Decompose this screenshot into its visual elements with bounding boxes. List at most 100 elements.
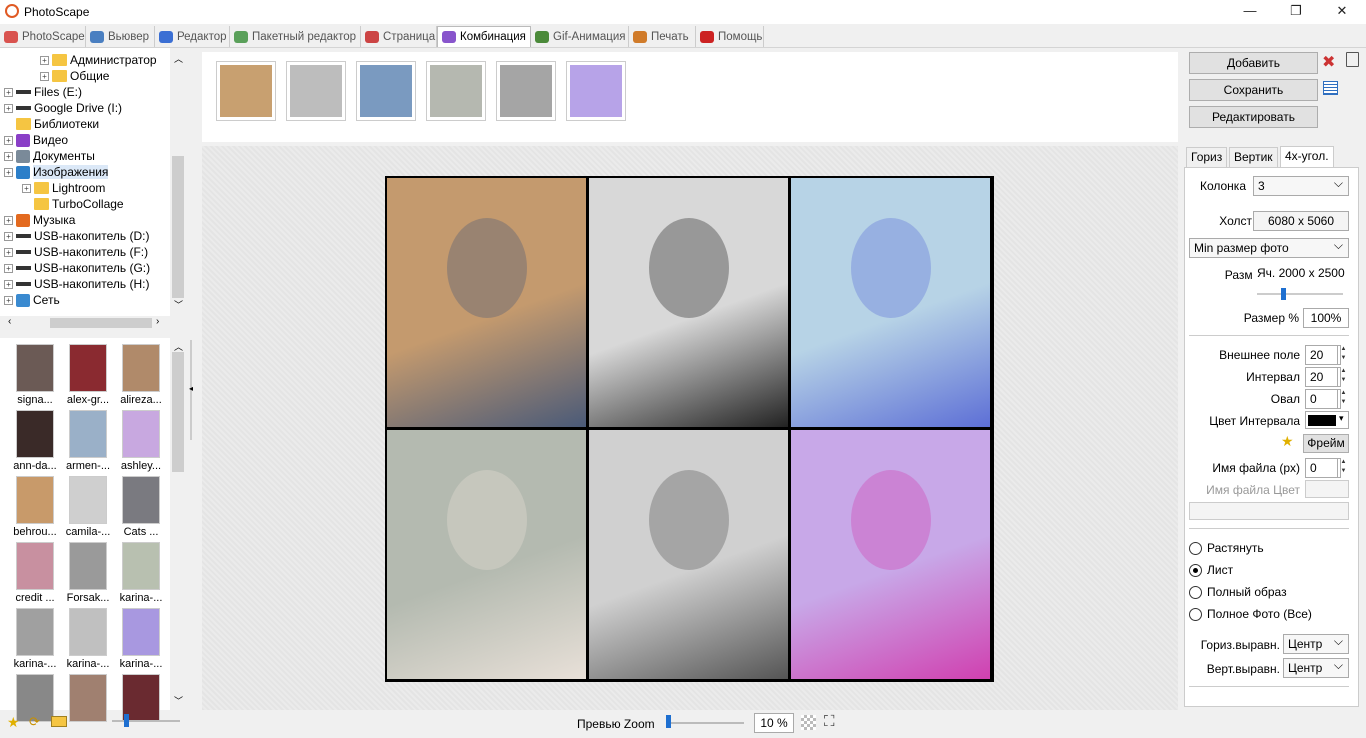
hscroll-thumb[interactable] <box>50 318 152 328</box>
thumbnail-item[interactable]: karina-... <box>10 606 60 670</box>
tab-4[interactable]: Пакетный редактор <box>230 26 361 47</box>
expand-icon[interactable]: + <box>4 87 13 97</box>
fit-mode-option[interactable]: Полное Фото (Все) <box>1189 607 1312 621</box>
scroll-down-icon[interactable]: ﹀ <box>174 298 183 311</box>
favorite-star-icon[interactable]: ★ <box>7 714 20 731</box>
expand-icon[interactable]: + <box>4 231 13 241</box>
tree-item[interactable]: + USB-накопитель (F:) <box>4 244 148 260</box>
refresh-folder-icon[interactable]: ⟳ <box>29 714 40 730</box>
list-view-icon[interactable] <box>1323 81 1338 95</box>
radio-button[interactable] <box>1189 541 1202 555</box>
thumbnail-item[interactable]: Forsak... <box>63 540 113 604</box>
tab-9[interactable]: Помощь <box>696 26 764 47</box>
scroll-thumb[interactable] <box>172 352 184 472</box>
expand-icon[interactable]: + <box>22 183 31 193</box>
filmstrip-photo[interactable] <box>356 61 416 121</box>
collage-cell[interactable] <box>387 430 586 679</box>
expand-icon[interactable]: + <box>4 151 13 161</box>
preview-zoom-slider-handle[interactable] <box>666 715 671 728</box>
tab-5[interactable]: Страница <box>361 26 437 47</box>
zoom-value-field[interactable]: 10 % <box>754 713 794 733</box>
thumbnail-item[interactable]: behrou... <box>10 474 60 538</box>
thumbnail-item[interactable]: credit ... <box>10 540 60 604</box>
radio-button[interactable] <box>1189 585 1202 599</box>
tab-quad[interactable]: 4х-угол. <box>1280 146 1334 167</box>
outer-margin-field[interactable]: 20 <box>1305 345 1341 365</box>
outer-margin-stepper[interactable]: ▲ ▼ <box>1337 345 1349 365</box>
tab-2[interactable]: Вьювер <box>86 26 155 47</box>
tab-6[interactable]: Комбинация <box>437 26 531 47</box>
tab-3[interactable]: Редактор <box>155 26 230 47</box>
close-button[interactable]: ✕ <box>1319 0 1365 24</box>
thumb-size-slider-handle[interactable] <box>124 714 129 727</box>
preview-zoom-slider[interactable] <box>666 722 744 724</box>
thumbnail-item[interactable]: signa... <box>10 342 60 406</box>
filmstrip-photo[interactable] <box>566 61 626 121</box>
tab-1[interactable]: PhotoScape <box>0 26 86 47</box>
interval-color-picker[interactable]: ▾ <box>1305 411 1349 429</box>
size-slider[interactable] <box>1257 293 1343 295</box>
radio-button[interactable] <box>1189 563 1202 577</box>
thumbnail-item[interactable]: karina-... <box>116 540 166 604</box>
min-photo-size-select[interactable]: Min размер фото <box>1189 238 1349 258</box>
filename-size-stepper[interactable]: ▲ ▼ <box>1337 458 1349 478</box>
filmstrip-photo[interactable] <box>216 61 276 121</box>
fit-screen-icon[interactable]: ⛶ <box>824 713 835 730</box>
edit-button[interactable]: Редактировать <box>1189 106 1318 128</box>
tab-horizontal[interactable]: Гориз <box>1186 147 1228 168</box>
open-folder-icon[interactable] <box>51 716 67 727</box>
tab-8[interactable]: Печать <box>629 26 696 47</box>
tree-item[interactable]: + Google Drive (I:) <box>4 100 122 116</box>
thumbnail-item[interactable]: karina-... <box>116 606 166 670</box>
folder-tree-hscrollbar[interactable]: ‹ › <box>0 316 170 330</box>
size-percent-field[interactable]: 100% <box>1303 308 1349 328</box>
thumbnail-item[interactable]: karina-... <box>63 606 113 670</box>
collapse-arrow-icon[interactable]: ◂ <box>189 384 193 393</box>
tree-item[interactable]: + USB-накопитель (G:) <box>4 260 150 276</box>
horizontal-align-select[interactable]: Центр <box>1283 634 1349 654</box>
trash-icon[interactable] <box>1346 52 1359 67</box>
interval-stepper[interactable]: ▲ ▼ <box>1337 367 1349 387</box>
oval-field[interactable]: 0 <box>1305 389 1341 409</box>
tree-item[interactable]: + Сеть <box>4 292 60 308</box>
tree-item[interactable]: + Документы <box>4 148 95 164</box>
scroll-left-icon[interactable]: ‹ <box>8 316 11 327</box>
tree-item[interactable]: + Администратор <box>40 52 157 68</box>
expand-icon[interactable]: + <box>4 263 13 273</box>
thumb-size-slider[interactable] <box>112 720 180 722</box>
filmstrip-photo[interactable] <box>426 61 486 121</box>
expand-icon[interactable]: + <box>40 71 49 81</box>
transparency-grid-icon[interactable] <box>801 715 816 730</box>
collage-cell[interactable] <box>589 430 788 679</box>
tree-item[interactable]: + Общие <box>40 68 109 84</box>
minimize-button[interactable]: — <box>1227 0 1273 24</box>
folder-tree-scrollbar[interactable]: ︿ ﹀ <box>170 48 186 316</box>
thumbnail-item[interactable]: ann-da... <box>10 408 60 472</box>
thumbnail-item[interactable]: alex-gr... <box>63 342 113 406</box>
radio-button[interactable] <box>1189 607 1202 621</box>
expand-icon[interactable]: + <box>4 215 13 225</box>
tree-item[interactable]: Библиотеки <box>4 116 99 132</box>
tree-item[interactable]: + Lightroom <box>22 180 105 196</box>
tab-7[interactable]: Gif-Анимация <box>531 26 629 47</box>
tree-item[interactable]: + Изображения <box>4 164 109 180</box>
size-slider-handle[interactable] <box>1281 288 1286 300</box>
tree-item[interactable]: + USB-накопитель (H:) <box>4 276 149 292</box>
expand-icon[interactable]: + <box>40 55 49 65</box>
fit-mode-option[interactable]: Полный образ <box>1189 585 1287 599</box>
collage-cell[interactable] <box>387 178 586 427</box>
frame-button[interactable]: Фрейм <box>1303 434 1349 453</box>
scroll-right-icon[interactable]: › <box>156 316 159 327</box>
maximize-button[interactable]: ❐ <box>1273 0 1319 24</box>
expand-icon[interactable]: + <box>4 295 13 305</box>
tree-item[interactable]: + Видео <box>4 132 68 148</box>
add-button[interactable]: Добавить <box>1189 52 1318 74</box>
thumbnail-item[interactable]: armen-... <box>63 408 113 472</box>
scroll-up-icon[interactable]: ︿ <box>174 52 183 65</box>
expand-icon[interactable]: + <box>4 103 13 113</box>
column-select[interactable]: 3 <box>1253 176 1349 196</box>
collage-cell[interactable] <box>791 430 990 679</box>
tab-vertical[interactable]: Вертик <box>1229 147 1278 168</box>
collage-preview[interactable] <box>385 176 994 682</box>
filename-size-field[interactable]: 0 <box>1305 458 1341 478</box>
